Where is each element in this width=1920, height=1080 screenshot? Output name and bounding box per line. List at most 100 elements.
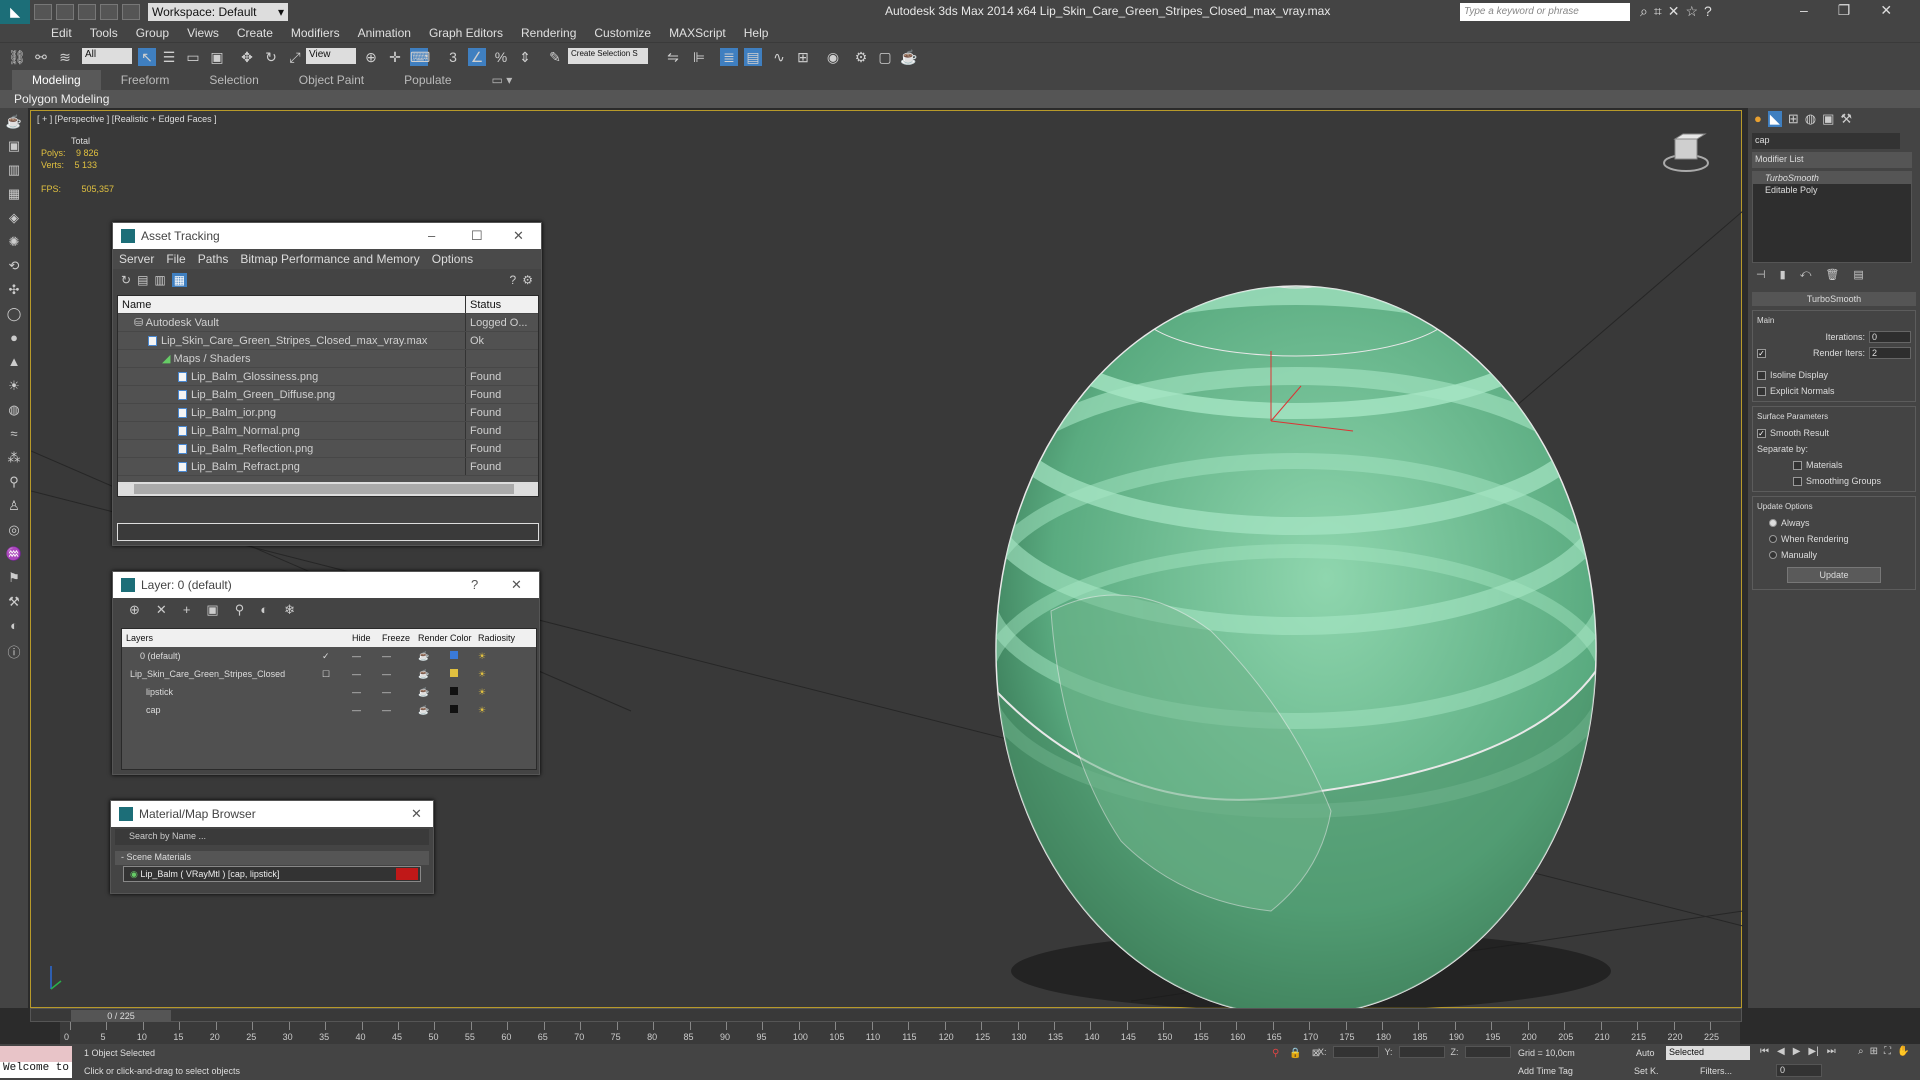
- hide-all-icon[interactable]: ◐: [260, 602, 268, 618]
- time-slider-track[interactable]: 0 / 225: [30, 1008, 1742, 1022]
- tab-object-paint[interactable]: Object Paint: [279, 70, 384, 90]
- geosphere-icon[interactable]: ◍: [5, 402, 23, 420]
- select-object-icon[interactable]: ↖: [138, 48, 156, 66]
- menu-server[interactable]: Server: [119, 249, 154, 269]
- manually-radio[interactable]: [1769, 551, 1777, 559]
- go-to-start-icon[interactable]: ⏮: [1760, 1046, 1769, 1057]
- layer-color-swatch[interactable]: [450, 651, 458, 659]
- table-row[interactable]: ⛁ Autodesk Vault Logged O...: [118, 314, 538, 332]
- material-item[interactable]: ◉ Lip_Balm ( VRayMtl ) [cap, lipstick]: [123, 866, 421, 882]
- rendered-frame-window-icon[interactable]: ▢: [876, 48, 894, 66]
- close-icon[interactable]: ✕: [411, 806, 422, 822]
- viewcube-icon[interactable]: [1661, 133, 1711, 173]
- sphere-icon[interactable]: ●: [5, 330, 23, 348]
- modifier-list-dropdown[interactable]: Modifier List: [1752, 152, 1912, 168]
- maxscript-mini-listener[interactable]: Welcome to: [0, 1062, 72, 1078]
- set-key-button[interactable]: Set K.: [1634, 1066, 1659, 1076]
- edit-named-selection-icon[interactable]: ✎: [546, 48, 564, 66]
- utilities-icon[interactable]: ⚒: [5, 594, 23, 612]
- globe-icon[interactable]: ◎: [5, 522, 23, 540]
- new-file-icon[interactable]: [34, 4, 52, 20]
- menu-paths[interactable]: Paths: [198, 249, 229, 269]
- undo-icon[interactable]: [100, 4, 118, 20]
- refresh-icon[interactable]: ↻: [121, 273, 131, 287]
- workspace-dropdown[interactable]: Workspace: Default ▾: [148, 3, 288, 21]
- menu-bitmap-performance[interactable]: Bitmap Performance and Memory: [240, 249, 419, 269]
- render-iters-spinner[interactable]: 2: [1869, 347, 1911, 359]
- reference-coordinate-dropdown[interactable]: View: [306, 48, 356, 64]
- iterations-spinner[interactable]: 0: [1869, 331, 1911, 343]
- show-end-result-icon[interactable]: ▮: [1780, 268, 1786, 282]
- display-icon[interactable]: ◐: [5, 618, 23, 636]
- menu-animation[interactable]: Animation: [349, 24, 420, 42]
- spinner-snap-icon[interactable]: ⇕: [516, 48, 534, 66]
- layer-color-swatch[interactable]: [450, 705, 458, 713]
- unlink-icon[interactable]: ⚯: [32, 48, 50, 66]
- table-row[interactable]: 0 (default) ✓ — — ☕ ☀: [122, 647, 536, 665]
- radiosity-icon[interactable]: ☀: [478, 683, 518, 701]
- detail-view-icon[interactable]: ▥: [154, 273, 165, 287]
- layer-color-swatch[interactable]: [450, 687, 458, 695]
- material-editor-icon[interactable]: ◉: [824, 48, 842, 66]
- radiosity-icon[interactable]: ☀: [478, 647, 518, 665]
- menu-customize[interactable]: Customize: [585, 24, 660, 42]
- radiosity-icon[interactable]: ☀: [478, 665, 518, 683]
- track-bar[interactable]: 0 5 10 15 20 25 30 35 40 45 50 55 60 65 70 75 80 85 90 95 10…: [60, 1022, 1740, 1044]
- hair-icon[interactable]: ♒: [5, 546, 23, 564]
- object-name-field[interactable]: cap: [1752, 133, 1900, 149]
- cloth-icon[interactable]: ⚑: [5, 570, 23, 588]
- render-setup-icon[interactable]: ⚙: [852, 48, 870, 66]
- motion-tab-icon[interactable]: ◍: [1805, 111, 1816, 127]
- menu-create[interactable]: Create: [228, 24, 282, 42]
- freeze-toggle[interactable]: —: [382, 701, 418, 719]
- rotate-icon[interactable]: ↻: [262, 48, 280, 66]
- column-color[interactable]: Color: [450, 629, 478, 647]
- layer-manager-icon[interactable]: ≣: [720, 48, 738, 66]
- info-icon[interactable]: ⓘ: [5, 642, 23, 660]
- bind-space-warp-icon[interactable]: ≋: [56, 48, 74, 66]
- column-freeze[interactable]: Freeze: [382, 629, 418, 647]
- curve-editor-icon[interactable]: ∿: [770, 48, 788, 66]
- menu-file[interactable]: File: [166, 249, 185, 269]
- create-tab-icon[interactable]: ●: [1754, 111, 1762, 127]
- material-search-input[interactable]: Search by Name ...: [115, 829, 429, 845]
- shape-icon[interactable]: ⟲: [5, 258, 23, 276]
- open-file-icon[interactable]: [56, 4, 74, 20]
- render-teapot-icon[interactable]: ☕: [418, 683, 450, 701]
- help-icon[interactable]: ?: [471, 577, 478, 592]
- menu-group[interactable]: Group: [127, 24, 178, 42]
- hide-toggle[interactable]: —: [352, 683, 382, 701]
- asset-path-field[interactable]: [117, 523, 539, 541]
- auto-key-button[interactable]: Auto: [1636, 1048, 1655, 1058]
- zoom-extents-icon[interactable]: ⛶: [1884, 1046, 1891, 1057]
- help-icon[interactable]: ?: [1704, 3, 1712, 20]
- table-row[interactable]: Lip_Skin_Care_Green_Stripes_Closed ☐ — —…: [122, 665, 536, 683]
- select-by-name-icon[interactable]: ☰: [160, 48, 178, 66]
- pivot-center-icon[interactable]: ⊕: [362, 48, 380, 66]
- table-row[interactable]: ◢ Maps / Shaders: [118, 350, 538, 368]
- menu-maxscript[interactable]: MAXScript: [660, 24, 735, 42]
- layer-manager-titlebar[interactable]: Layer: 0 (default) ? ✕: [113, 572, 539, 598]
- select-manipulate-icon[interactable]: ✛: [386, 48, 404, 66]
- table-row[interactable]: Lip_Balm_Normal.png Found: [118, 422, 538, 440]
- menu-views[interactable]: Views: [178, 24, 228, 42]
- mirror-icon[interactable]: ⇋: [664, 48, 682, 66]
- close-icon[interactable]: ✕: [1880, 2, 1892, 19]
- go-to-end-icon[interactable]: ⏭: [1827, 1046, 1836, 1057]
- rollout-turbosmooth[interactable]: TurboSmooth: [1752, 292, 1916, 306]
- isoline-display-checkbox[interactable]: [1757, 370, 1766, 380]
- selection-lock-icon[interactable]: 🔒: [1289, 1048, 1301, 1059]
- column-radiosity[interactable]: Radiosity: [478, 629, 528, 647]
- box-icon[interactable]: ▣: [5, 138, 23, 156]
- percent-snap-icon[interactable]: %: [492, 48, 510, 66]
- maxscript-listener-mini[interactable]: [0, 1046, 72, 1062]
- minimize-icon[interactable]: –: [428, 228, 435, 243]
- time-slider[interactable]: 0 / 225: [71, 1010, 171, 1022]
- torus-icon[interactable]: ◯: [5, 306, 23, 324]
- angle-snap-icon[interactable]: ∠: [468, 48, 486, 66]
- smoothing-groups-checkbox[interactable]: [1793, 476, 1802, 486]
- add-to-layer-icon[interactable]: +: [183, 602, 191, 618]
- isolate-selection-icon[interactable]: ⚲: [1272, 1048, 1279, 1059]
- menu-tools[interactable]: Tools: [81, 24, 127, 42]
- always-radio[interactable]: [1769, 519, 1777, 527]
